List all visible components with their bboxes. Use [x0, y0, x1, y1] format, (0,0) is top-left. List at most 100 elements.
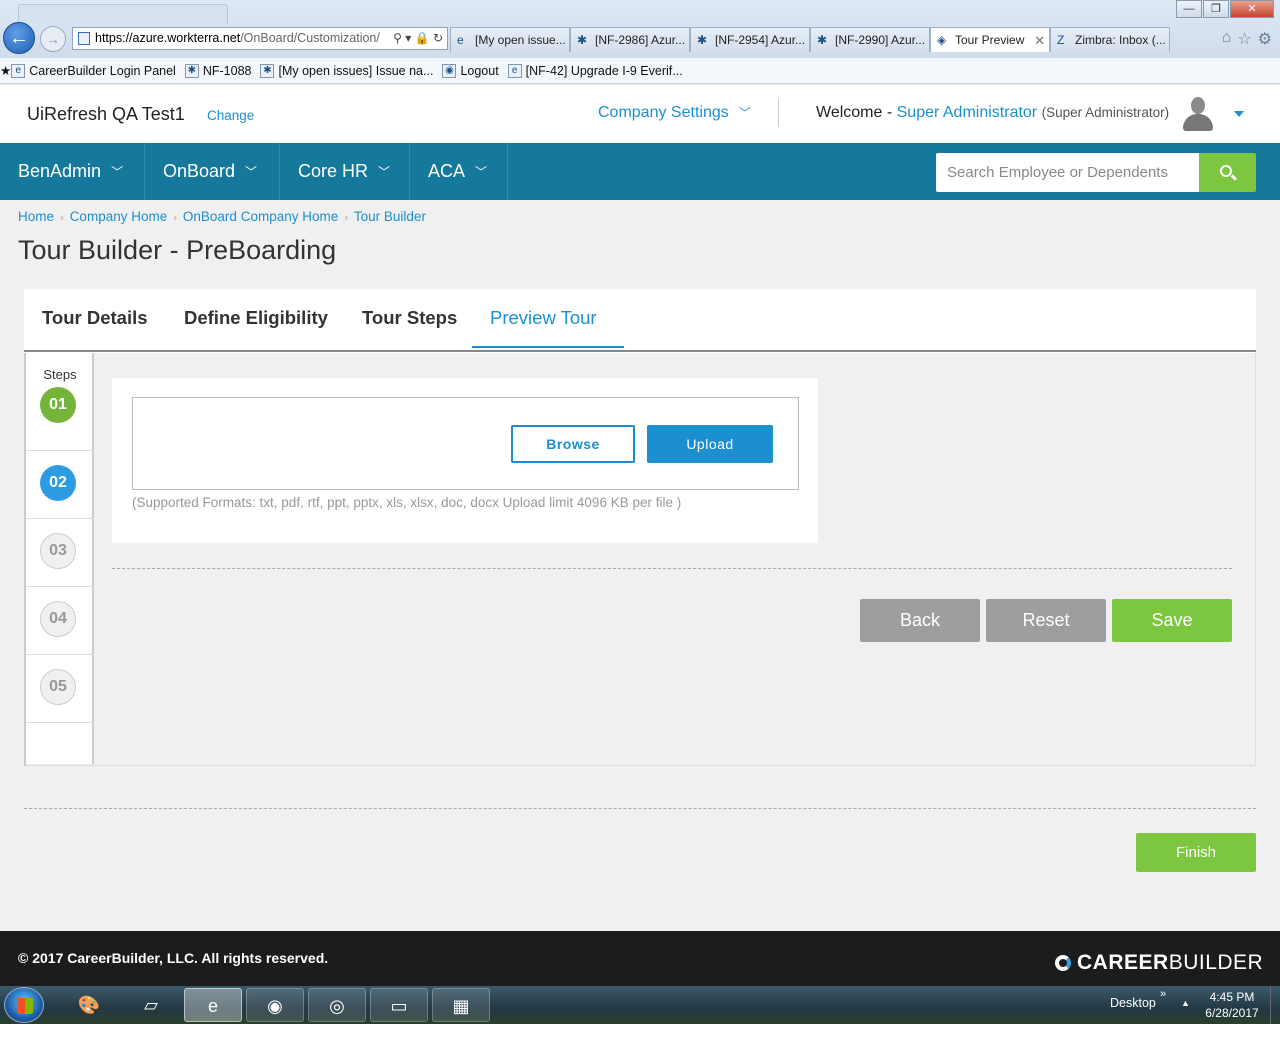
remote-desktop-icon[interactable]: ▦: [432, 988, 490, 1022]
search-button[interactable]: [1199, 153, 1256, 192]
clock-date: 6/28/2017: [1205, 1006, 1259, 1020]
company-settings-menu[interactable]: Company Settings ﹀: [598, 104, 751, 122]
browser-tab[interactable]: ✱ [NF-2986] Azur...: [570, 27, 690, 52]
tab-tour-steps[interactable]: Tour Steps: [362, 307, 457, 329]
chevron-down-icon: ﹀: [111, 164, 124, 179]
upload-button[interactable]: Upload: [647, 425, 773, 463]
firefox-icon[interactable]: ◉: [246, 988, 304, 1022]
breadcrumb-home[interactable]: Home: [18, 209, 54, 224]
steps-sidebar: Steps 01 02 03 04 05: [26, 353, 94, 764]
employee-search-input[interactable]: [936, 153, 1200, 192]
breadcrumb-company-home[interactable]: Company Home: [70, 209, 168, 224]
jira-icon: ✱: [184, 63, 199, 78]
tab-close-icon[interactable]: ✕: [1034, 28, 1045, 52]
search-icon[interactable]: ⚲: [393, 31, 402, 45]
internet-explorer-icon[interactable]: e: [184, 988, 242, 1022]
finish-button[interactable]: Finish: [1136, 833, 1256, 872]
tray-up-arrow-icon[interactable]: ▲: [1181, 998, 1190, 1008]
nav-item-aca[interactable]: ACA ﹀: [410, 143, 508, 200]
minimize-icon[interactable]: —: [1176, 0, 1202, 18]
favorite-link[interactable]: ✱ [My open issues] Issue na...: [260, 63, 433, 78]
browser-tab[interactable]: e [My open issue...: [450, 27, 570, 52]
logo-builder-text: BUILDER: [1168, 951, 1264, 974]
breadcrumb-tour-builder[interactable]: Tour Builder: [354, 209, 426, 224]
header-divider: [778, 99, 779, 127]
maximize-icon[interactable]: ❐: [1203, 0, 1229, 18]
background-window-tab: [18, 4, 228, 24]
back-button[interactable]: Back: [860, 599, 980, 642]
step-number: 03: [40, 533, 76, 569]
jira-icon: ✱: [577, 33, 588, 47]
nav-label: OnBoard: [163, 161, 236, 181]
notepad-icon[interactable]: ▱: [122, 988, 180, 1022]
avatar[interactable]: [1180, 95, 1216, 133]
favorite-link[interactable]: ✱ NF-1088: [184, 63, 251, 78]
browser-chrome: — ❐ ✕ ← → https://azure.workterra.net/On…: [0, 0, 1280, 58]
back-arrow-icon[interactable]: ←: [3, 22, 35, 54]
tab-label: [NF-2986] Azur...: [595, 33, 686, 47]
nav-item-core-hr[interactable]: Core HR ﹀: [280, 143, 410, 200]
divider: [24, 808, 1256, 809]
page-title: Tour Builder - PreBoarding: [18, 235, 337, 265]
chevron-down-icon: ﹀: [475, 164, 488, 179]
close-icon[interactable]: ✕: [1230, 0, 1274, 18]
desktop-toolbar-label[interactable]: Desktop: [1110, 996, 1156, 1010]
refresh-icon[interactable]: ↻: [433, 31, 443, 45]
toolbar-expand-icon[interactable]: »: [1160, 988, 1166, 1000]
browse-button[interactable]: Browse: [511, 425, 635, 463]
page-favicon-icon: [78, 32, 90, 45]
copyright-text: © 2017 CareerBuilder, LLC. All rights re…: [18, 950, 329, 966]
lock-icon: 🔒: [414, 31, 430, 45]
browser-tab[interactable]: ✱ [NF-2990] Azur...: [810, 27, 930, 52]
reset-button[interactable]: Reset: [986, 599, 1106, 642]
user-role: (Super Administrator): [1041, 105, 1170, 120]
tab-preview-tour[interactable]: Preview Tour: [490, 307, 597, 329]
home-icon[interactable]: ⌂: [1222, 29, 1232, 49]
paint-icon[interactable]: 🎨: [60, 988, 118, 1022]
address-bar[interactable]: https://azure.workterra.net/OnBoard/Cust…: [72, 27, 448, 50]
step-number: 01: [40, 387, 76, 423]
gear-icon[interactable]: ⚙: [1258, 29, 1272, 49]
tab-label: Tour Preview: [955, 33, 1025, 47]
system-clock[interactable]: 4:45 PM 6/28/2017: [1200, 989, 1264, 1021]
step-number: 04: [40, 601, 76, 637]
breadcrumb-onboard-company-home[interactable]: OnBoard Company Home: [183, 209, 338, 224]
step-number: 02: [40, 465, 76, 501]
url-domain: https://azure.workterra.net: [95, 31, 241, 45]
save-button[interactable]: Save: [1112, 599, 1232, 642]
jira-icon: ✱: [817, 33, 828, 47]
favorite-link[interactable]: e CareerBuilder Login Panel: [11, 63, 176, 78]
jira-icon: ✱: [697, 33, 708, 47]
user-name-link[interactable]: Super Administrator: [897, 104, 1038, 121]
tab-tour-details[interactable]: Tour Details: [42, 307, 148, 329]
start-button[interactable]: [4, 987, 44, 1023]
nav-item-onboard[interactable]: OnBoard ﹀: [145, 143, 280, 200]
chevron-right-icon: ›: [344, 212, 348, 224]
step-item[interactable]: 02: [26, 451, 94, 519]
address-tools[interactable]: ⚲ ▾ 🔒 ↻: [389, 28, 443, 49]
steps-label: Steps: [43, 367, 77, 382]
company-name: UiRefresh QA Test1: [27, 104, 185, 124]
favorite-link[interactable]: ◉ Logout: [442, 63, 499, 78]
chrome-icon[interactable]: ◎: [308, 988, 366, 1022]
user-menu-caret-icon[interactable]: [1234, 111, 1244, 117]
step-item[interactable]: 04: [26, 587, 94, 655]
browser-tab[interactable]: Z Zimbra: Inbox (...: [1050, 27, 1170, 52]
step-item[interactable]: 01: [26, 387, 94, 451]
tab-define-eligibility[interactable]: Define Eligibility: [184, 307, 328, 329]
tour-builder-card: Tour Details Define Eligibility Tour Ste…: [24, 289, 1256, 766]
change-company-link[interactable]: Change: [207, 108, 254, 123]
browser-tab-active[interactable]: ◈ Tour Preview ✕: [930, 27, 1050, 52]
favorites-star-icon[interactable]: ★: [0, 63, 11, 78]
welcome-label: Welcome -: [816, 104, 893, 121]
browser-tab[interactable]: ✱ [NF-2954] Azur...: [690, 27, 810, 52]
favorite-link[interactable]: e [NF-42] Upgrade I-9 Everif...: [507, 63, 683, 78]
step-item[interactable]: 03: [26, 519, 94, 587]
forward-arrow-icon[interactable]: →: [40, 26, 66, 52]
browser-tools: ⌂ ☆ ⚙: [1222, 29, 1272, 49]
show-desktop-button[interactable]: [1270, 986, 1280, 1024]
favorites-star-icon[interactable]: ☆: [1237, 29, 1251, 49]
sticky-notes-icon[interactable]: ▭: [370, 988, 428, 1022]
step-item[interactable]: 05: [26, 655, 94, 723]
nav-item-benadmin[interactable]: BenAdmin ﹀: [0, 143, 145, 200]
